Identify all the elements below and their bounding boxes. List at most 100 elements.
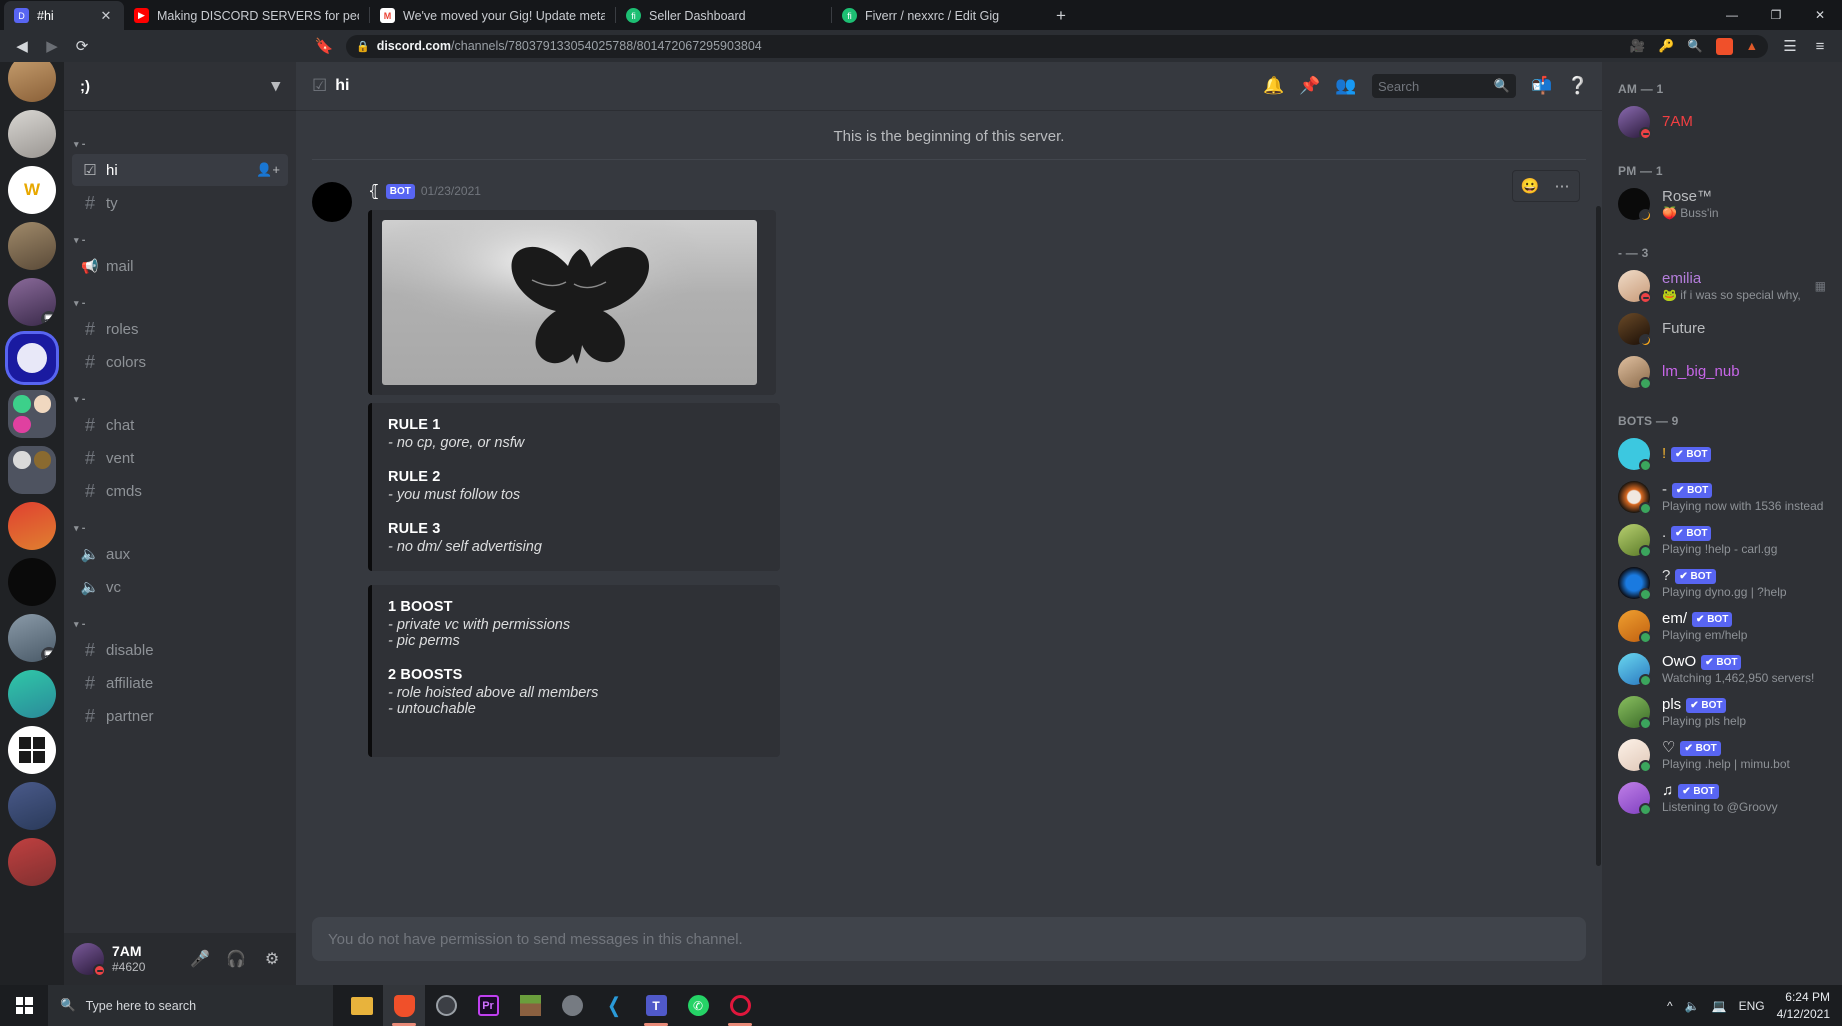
bookmark-icon[interactable]: 🔖 — [310, 32, 338, 60]
taskbar-brave-browser-icon[interactable] — [383, 985, 425, 1026]
channel-category[interactable]: ▾ - — [64, 379, 296, 408]
member-list[interactable]: AM — 1 7AM PM — 1 Rose™ 🍑 Buss'in - — 3 … — [1602, 62, 1842, 985]
sidebar-channel-partner[interactable]: # partner — [72, 700, 288, 732]
taskbar-minecraft-icon[interactable] — [509, 985, 551, 1026]
chevron-down-icon[interactable]: ▾ — [271, 76, 280, 96]
sidebar-channel-vent[interactable]: # vent — [72, 442, 288, 474]
channel-category[interactable]: ▾ - — [64, 283, 296, 312]
members-icon[interactable]: 👥 — [1330, 70, 1362, 102]
member-list-item[interactable]: Future — [1610, 308, 1834, 350]
guild-icon[interactable] — [8, 222, 56, 270]
channel-list[interactable]: ▾ - ☑ hi 👤+ # ty ▾ - 📢 mail ▾ - # roles … — [64, 110, 296, 933]
new-tab-button[interactable]: + — [1047, 2, 1075, 30]
member-list-item[interactable]: pls ✔ BOT Playing pls help — [1610, 691, 1834, 733]
sidebar-channel-disable[interactable]: # disable — [72, 634, 288, 666]
browser-tab-4[interactable]: fi Fiverr / nexxrc / Edit Gig — [832, 1, 1047, 30]
member-list-item[interactable]: - ✔ BOT Playing now with 1536 instead ..… — [1610, 476, 1834, 518]
language-indicator[interactable]: ENG — [1739, 999, 1765, 1013]
sidebar-channel-cmds[interactable]: # cmds — [72, 475, 288, 507]
taskbar-microsoft-teams-icon[interactable]: T — [635, 985, 677, 1026]
taskbar-search-input[interactable]: 🔍 Type here to search — [48, 985, 333, 1026]
member-list-item[interactable]: ♫ ✔ BOT Listening to @Groovy — [1610, 777, 1834, 819]
guild-icon[interactable] — [8, 782, 56, 830]
reading-list-icon[interactable]: ☰ — [1776, 32, 1804, 60]
back-icon[interactable]: ◀ — [8, 32, 36, 60]
sidebar-channel-aux[interactable]: 🔈 aux — [72, 538, 288, 570]
member-list-item[interactable]: ! ✔ BOT — [1610, 433, 1834, 475]
close-icon[interactable]: ✕ — [98, 8, 114, 24]
gear-icon[interactable]: ⚙ — [256, 943, 288, 975]
clock[interactable]: 6:24 PM 4/12/2021 — [1777, 989, 1830, 1021]
guild-icon[interactable] — [8, 62, 56, 102]
taskbar-vs-code-icon[interactable]: ❬ — [593, 985, 635, 1026]
create-invite-icon[interactable]: 👤+ — [256, 162, 280, 178]
more-icon[interactable]: ⋯ — [1547, 173, 1577, 199]
member-list-item[interactable]: Rose™ 🍑 Buss'in — [1610, 183, 1834, 225]
maximize-button[interactable]: ❐ — [1754, 0, 1798, 30]
network-icon[interactable]: 💻 — [1712, 999, 1727, 1013]
guild-folder[interactable] — [8, 446, 56, 494]
member-list-item[interactable]: 7AM — [1610, 101, 1834, 143]
pin-icon[interactable]: 📌 — [1294, 70, 1326, 102]
guild-icon-selected[interactable] — [8, 334, 56, 382]
cast-icon[interactable]: 🎥 — [1630, 39, 1646, 54]
guild-icon[interactable]: 🖥 — [8, 614, 56, 662]
taskbar-whatsapp-icon[interactable]: ✆ — [677, 985, 719, 1026]
sidebar-channel-ty[interactable]: # ty — [72, 187, 288, 219]
sidebar-channel-colors[interactable]: # colors — [72, 346, 288, 378]
guild-icon[interactable] — [8, 726, 56, 774]
add-reaction-icon[interactable]: 😀 — [1515, 173, 1545, 199]
embed-image[interactable] — [382, 220, 757, 385]
member-list-item[interactable]: emilia 🐸 if i was so special why, ... ▦ — [1610, 265, 1834, 307]
volume-icon[interactable]: 🔈 — [1685, 999, 1700, 1013]
member-list-item[interactable]: em/ ✔ BOT Playing em/help — [1610, 605, 1834, 647]
guild-folder[interactable] — [8, 390, 56, 438]
sidebar-channel-mail[interactable]: 📢 mail — [72, 250, 288, 282]
inbox-icon[interactable]: 📬 — [1526, 70, 1558, 102]
help-icon[interactable]: ❔ — [1562, 70, 1594, 102]
browser-tab-3[interactable]: fi Seller Dashboard — [616, 1, 831, 30]
close-window-button[interactable]: ✕ — [1798, 0, 1842, 30]
key-icon[interactable]: 🔑 — [1658, 39, 1674, 54]
avatar[interactable] — [72, 943, 106, 977]
sidebar-channel-vc[interactable]: 🔈 vc — [72, 571, 288, 603]
browser-tab-2[interactable]: M We've moved your Gig! Update metad — [370, 1, 615, 30]
sidebar-channel-chat[interactable]: # chat — [72, 409, 288, 441]
guild-icon[interactable] — [8, 502, 56, 550]
search-input[interactable]: Search 🔍 — [1372, 74, 1516, 98]
brave-shields-icon[interactable] — [1715, 37, 1733, 55]
address-bar[interactable]: 🔒 discord.com/channels/78037913305402578… — [346, 34, 1768, 58]
taskbar-opera-gx-icon[interactable] — [719, 985, 761, 1026]
guild-icon[interactable] — [8, 110, 56, 158]
bell-icon[interactable]: 🔔 — [1258, 70, 1290, 102]
channel-category[interactable]: ▾ - — [64, 220, 296, 249]
show-hidden-icons-icon[interactable]: ^ — [1667, 999, 1673, 1013]
taskbar-unknown-app-icon[interactable] — [551, 985, 593, 1026]
guild-icon[interactable] — [8, 838, 56, 886]
member-list-item[interactable]: . ✔ BOT Playing !help - carl.gg — [1610, 519, 1834, 561]
message-author[interactable]: ⦃ — [368, 181, 380, 201]
channel-category[interactable]: ▾ - — [64, 604, 296, 633]
sidebar-channel-hi[interactable]: ☑ hi 👤+ — [72, 154, 288, 186]
taskbar-premiere-pro-icon[interactable]: Pr — [467, 985, 509, 1026]
start-button[interactable] — [0, 985, 48, 1026]
guild-icon[interactable]: 🖥 — [8, 278, 56, 326]
headphones-icon[interactable]: 🎧 — [220, 943, 252, 975]
member-list-item[interactable]: lm_big_nub — [1610, 351, 1834, 393]
browser-tab-0[interactable]: D #hi ✕ — [4, 1, 124, 30]
member-list-item[interactable]: ? ✔ BOT Playing dyno.gg | ?help — [1610, 562, 1834, 604]
guild-header[interactable]: ;) ▾ — [64, 62, 296, 110]
guild-icon[interactable] — [8, 670, 56, 718]
reload-icon[interactable]: ⟳ — [68, 32, 96, 60]
taskbar-obs-studio-icon[interactable] — [425, 985, 467, 1026]
member-list-item[interactable]: ♡ ✔ BOT Playing .help | mimu.bot — [1610, 734, 1834, 776]
sidebar-channel-affiliate[interactable]: # affiliate — [72, 667, 288, 699]
menu-icon[interactable]: ≡ — [1806, 32, 1834, 60]
browser-tab-1[interactable]: ▶ Making DISCORD SERVERS for people — [124, 1, 369, 30]
message-scroll[interactable]: This is the beginning of this server. ⦃ … — [296, 110, 1602, 917]
message-scrollbar[interactable] — [1596, 206, 1601, 866]
sidebar-channel-roles[interactable]: # roles — [72, 313, 288, 345]
microphone-icon[interactable]: 🎤 — [184, 943, 216, 975]
avatar[interactable] — [312, 182, 352, 222]
zoom-icon[interactable]: 🔍 — [1687, 39, 1703, 54]
